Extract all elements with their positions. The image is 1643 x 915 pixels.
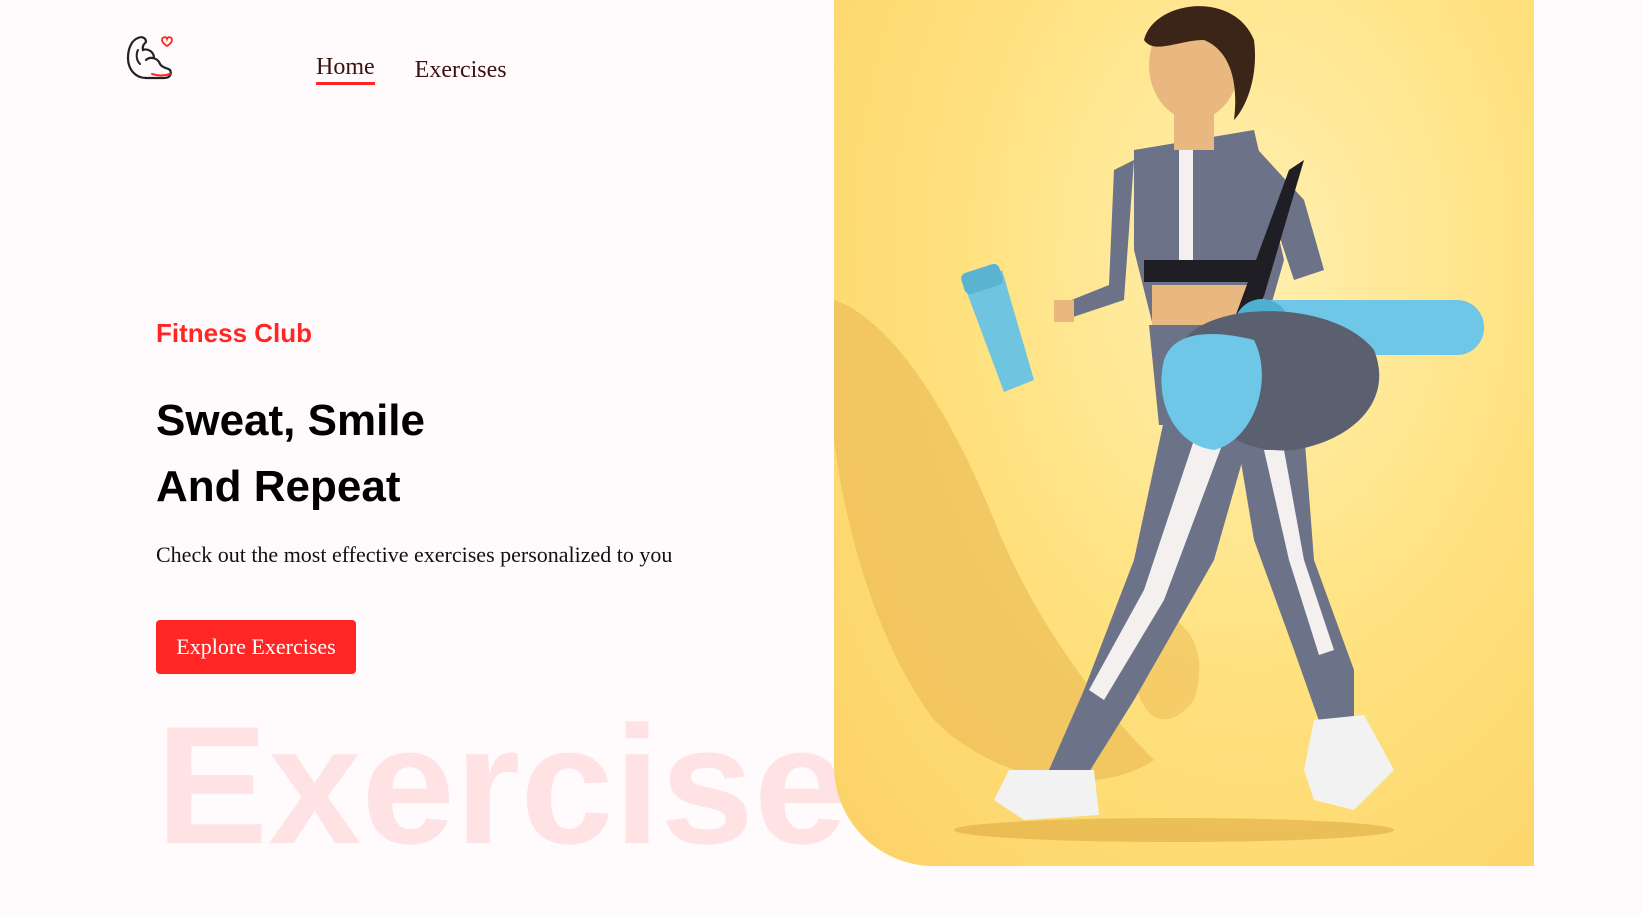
woman-walking-illustration [834,6,1484,842]
hero-description: Check out the most effective exercises p… [156,542,673,567]
logo-flexed-arm-heart-icon[interactable] [124,30,176,84]
hero-subtitle: Fitness Club [156,318,313,348]
hero-title-line-2: And Repeat [156,462,401,511]
hero-title: Sweat, Smile And Repeat [156,388,425,520]
nav-home-link[interactable]: Home [316,54,375,85]
hero-banner-image [834,0,1534,866]
main-nav: Home Exercises [316,54,507,85]
nav-exercises-link[interactable]: Exercises [415,57,507,85]
hero-title-line-1: Sweat, Smile [156,396,426,445]
explore-exercises-button[interactable]: Explore Exercises [156,620,356,674]
exercise-watermark-text: Exercise [156,691,848,879]
